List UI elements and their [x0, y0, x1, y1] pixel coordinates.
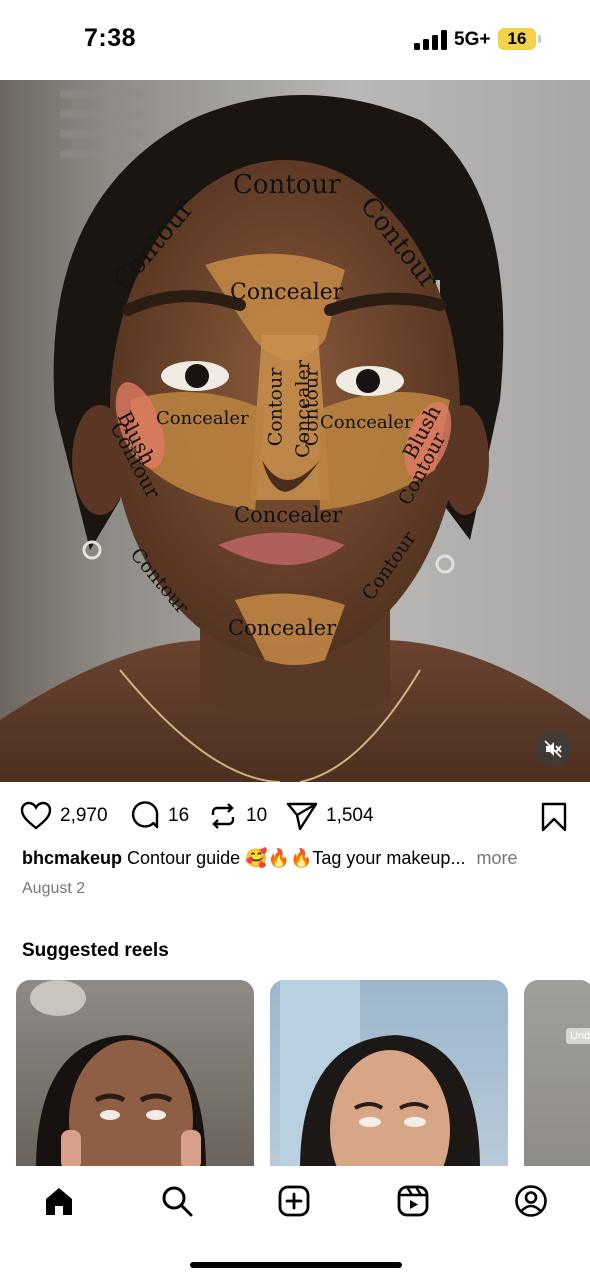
status-time: 7:38	[84, 24, 137, 52]
suggested-reel-1[interactable]	[16, 980, 254, 1170]
label-contour-nose-right: Contour	[300, 367, 323, 447]
create-icon	[278, 1185, 310, 1217]
label-concealer-chin-upper: Concealer	[234, 503, 343, 527]
caption-username[interactable]: bhcmakeup	[22, 848, 122, 868]
battery-tip	[538, 35, 541, 43]
reels-icon	[397, 1185, 429, 1217]
profile-icon	[515, 1185, 547, 1217]
reel-video[interactable]: Contour Contour Contour Concealer Blush …	[0, 80, 590, 782]
comment-icon	[131, 801, 159, 829]
mute-button[interactable]	[535, 731, 571, 767]
home-icon	[46, 1188, 72, 1215]
save-button[interactable]	[540, 802, 568, 837]
label-concealer-eye-right: Concealer	[320, 412, 413, 433]
send-icon	[286, 802, 318, 831]
search-icon	[162, 1186, 193, 1217]
nav-home[interactable]	[42, 1184, 76, 1218]
status-bar: 7:38 5G+ 16	[0, 0, 590, 80]
speaker-muted-icon	[544, 740, 562, 758]
battery-icon: 16	[498, 28, 536, 50]
comment-button[interactable]: 16	[130, 796, 189, 836]
network-type: 5G+	[454, 29, 491, 50]
comment-count: 16	[168, 805, 190, 826]
repost-button[interactable]: 10	[208, 796, 267, 836]
post-date: August 2	[22, 880, 86, 897]
suggested-reels-title: Suggested reels	[22, 940, 169, 961]
reel-thumbnail-2	[280, 980, 480, 1170]
label-concealer-chin: Concealer	[228, 616, 337, 640]
nav-profile[interactable]	[514, 1184, 548, 1218]
post-caption: bhcmakeup Contour guide 🥰🔥🔥Tag your make…	[22, 848, 582, 869]
label-contour-forehead-center: Contour	[233, 170, 341, 200]
suggested-reel-2[interactable]	[270, 980, 508, 1170]
bookmark-icon	[541, 802, 567, 832]
like-button[interactable]: 2,970	[20, 796, 108, 836]
caption-more-link[interactable]: more	[476, 848, 517, 868]
heart-icon	[20, 801, 52, 830]
label-concealer-eye-left: Concealer	[156, 408, 249, 429]
signal-icon	[414, 30, 448, 50]
repost-count: 10	[246, 805, 268, 826]
caption-text: Contour guide 🥰🔥🔥Tag your makeup...	[127, 848, 466, 868]
share-button[interactable]: 1,504	[286, 796, 374, 836]
suggested-reel-3[interactable]: Und	[524, 980, 590, 1170]
label-contour-nose-left: Contour	[264, 367, 287, 447]
reel-thumbnail-1	[30, 980, 206, 1170]
like-count: 2,970	[60, 805, 108, 826]
nav-reels[interactable]	[396, 1184, 430, 1218]
nav-create[interactable]	[277, 1184, 311, 1218]
action-bar: 2,970 16 10 1,504	[0, 796, 590, 836]
home-indicator[interactable]	[190, 1262, 402, 1268]
repost-icon	[211, 803, 235, 829]
reel-3-label: Und	[566, 1028, 590, 1044]
label-concealer-forehead: Concealer	[230, 280, 344, 305]
nav-search[interactable]	[160, 1184, 194, 1218]
share-count: 1,504	[326, 805, 374, 826]
